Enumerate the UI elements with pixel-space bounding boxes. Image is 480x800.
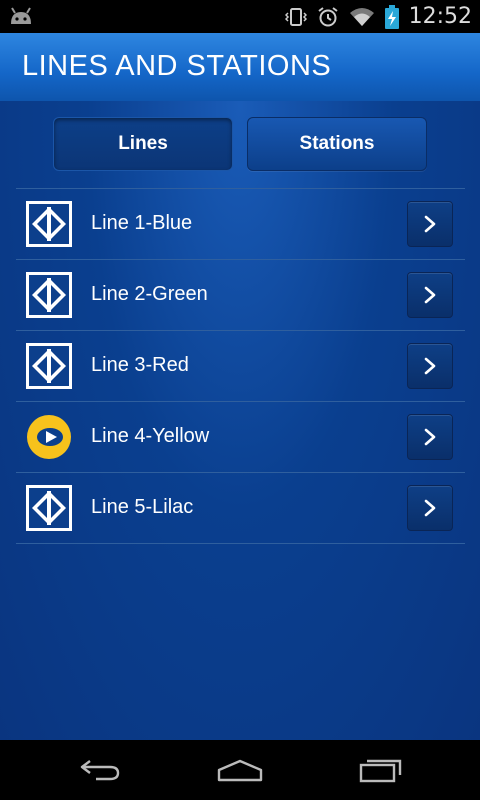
line-item-line-2[interactable]: Line 2-Green xyxy=(16,260,465,331)
chevron-right-icon xyxy=(424,286,436,304)
chevron-right-icon xyxy=(424,499,436,517)
screen: 12:52 LINES AND STATIONS Lines Stations … xyxy=(0,0,480,800)
recent-apps-button[interactable] xyxy=(356,752,406,788)
chevron-right-button[interactable] xyxy=(407,414,453,460)
line-label: Line 2-Green xyxy=(91,283,208,305)
tab-lines[interactable]: Lines xyxy=(53,117,233,171)
viaquatro-logo-icon xyxy=(27,415,71,459)
home-icon xyxy=(217,759,263,782)
line-label: Line 1-Blue xyxy=(91,212,193,234)
line-label: Line 5-Lilac xyxy=(91,496,194,518)
segmented-control: Lines Stations xyxy=(53,117,427,171)
page-title: LINES AND STATIONS xyxy=(22,50,332,82)
line-item-line-4[interactable]: Line 4-Yellow xyxy=(16,402,465,473)
status-time: 12:52 xyxy=(408,4,472,29)
navigation-bar xyxy=(0,740,480,800)
chevron-right-button[interactable] xyxy=(407,343,453,389)
battery-charging-icon xyxy=(384,4,399,29)
chevron-right-button[interactable] xyxy=(407,485,453,531)
status-bar: 12:52 xyxy=(0,0,480,33)
line-label: Line 4-Yellow xyxy=(91,425,210,447)
recent-apps-icon xyxy=(359,759,402,783)
line-item-line-3[interactable]: Line 3-Red xyxy=(16,331,465,402)
chevron-right-icon xyxy=(424,428,436,446)
vibrate-icon xyxy=(284,7,307,26)
line-label: Line 3-Red xyxy=(91,354,189,376)
metro-logo-icon xyxy=(26,272,72,318)
line-item-line-1[interactable]: Line 1-Blue xyxy=(16,189,465,260)
app-content: LINES AND STATIONS Lines Stations Line 1… xyxy=(0,33,480,740)
back-icon xyxy=(80,760,120,781)
metro-logo-icon xyxy=(26,485,72,531)
line-list: Line 1-Blue Line 2-Green Line 3-Red Line… xyxy=(16,188,465,544)
tab-stations[interactable]: Stations xyxy=(247,117,427,171)
back-button[interactable] xyxy=(75,752,125,788)
chevron-right-icon xyxy=(424,357,436,375)
android-icon xyxy=(8,4,34,28)
line-item-line-5[interactable]: Line 5-Lilac xyxy=(16,473,465,544)
metro-logo-icon xyxy=(26,201,72,247)
chevron-right-button[interactable] xyxy=(407,201,453,247)
chevron-right-button[interactable] xyxy=(407,272,453,318)
wifi-icon xyxy=(349,7,374,26)
title-bar: LINES AND STATIONS xyxy=(0,33,480,101)
status-icons: 12:52 xyxy=(284,0,472,33)
chevron-right-icon xyxy=(424,215,436,233)
metro-logo-icon xyxy=(26,343,72,389)
alarm-icon xyxy=(317,6,338,26)
home-button[interactable] xyxy=(215,752,265,788)
